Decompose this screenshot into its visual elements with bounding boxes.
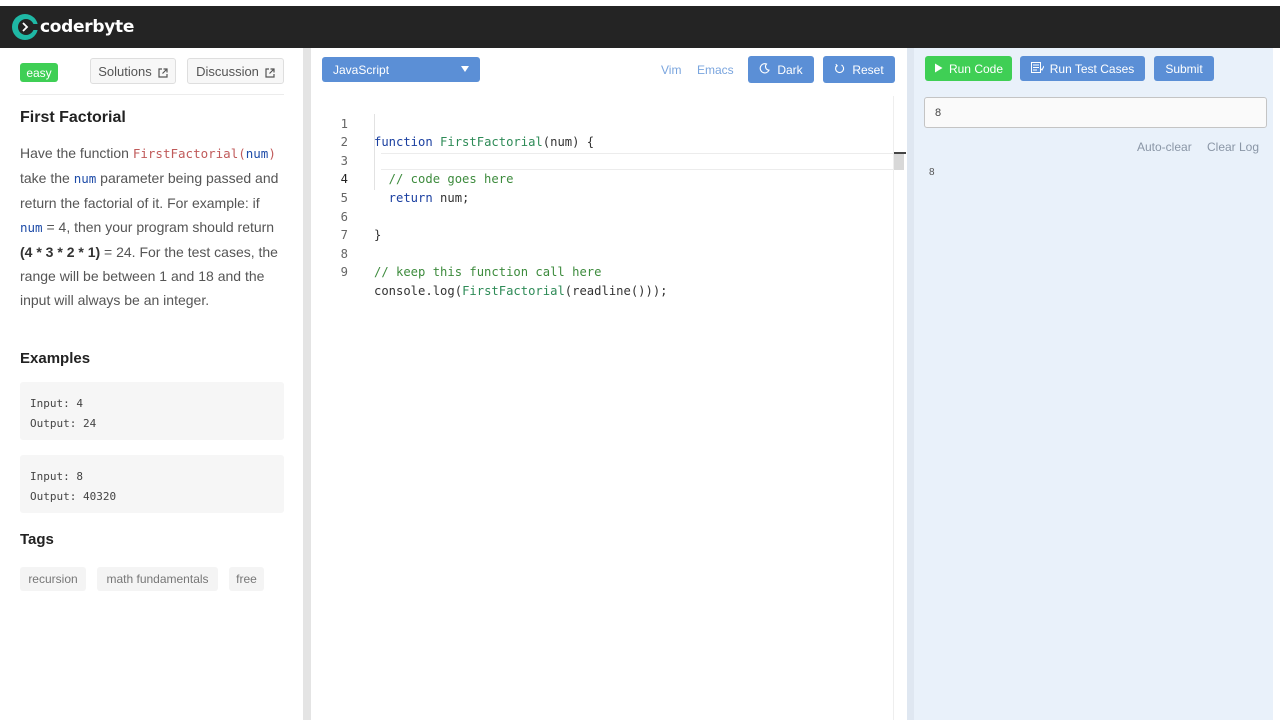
- code-line: 4 return num;: [320, 152, 892, 205]
- auto-clear-toggle[interactable]: Auto-clear: [1137, 140, 1192, 154]
- code-line: 6 }: [320, 189, 892, 243]
- run-code-button[interactable]: Run Code: [925, 56, 1012, 81]
- top-navbar: coderbyte: [0, 0, 1280, 48]
- submit-label: Submit: [1165, 61, 1203, 76]
- example-input: Input: 4: [30, 397, 83, 410]
- test-list-icon: [1030, 61, 1045, 76]
- line-number: 9: [340, 265, 348, 280]
- code-line: 5: [320, 170, 892, 205]
- submit-button[interactable]: Submit: [1154, 56, 1214, 81]
- external-link-icon: [265, 66, 275, 78]
- example-input: Input: 8: [30, 470, 83, 483]
- reset-label: Reset: [852, 62, 884, 77]
- tags-heading: Tags: [20, 531, 54, 548]
- custom-input-field[interactable]: 8: [924, 97, 1267, 128]
- desc-text: take the: [20, 170, 74, 186]
- tag-math-fundamentals[interactable]: math fundamentals: [97, 567, 218, 591]
- right-panel-resizer[interactable]: [907, 48, 914, 720]
- custom-input-value: 8: [935, 106, 942, 119]
- code-content: console.log(FirstFactorial(readline()));: [374, 282, 668, 301]
- reset-button[interactable]: Reset: [823, 56, 895, 83]
- log-output: 8: [929, 167, 935, 178]
- moon-icon: [759, 62, 771, 77]
- example-box: Input: 4 Output: 24: [20, 382, 284, 440]
- problem-title: First Factorial: [20, 109, 126, 126]
- caret-down-icon: [461, 66, 469, 72]
- page-scrollbar[interactable]: [1273, 48, 1280, 720]
- code-comment: // keep this function call here: [374, 265, 602, 280]
- desc-expression: (4 * 3 * 2 * 1): [20, 244, 101, 260]
- problem-description: Have the function FirstFactorial(num) ta…: [20, 141, 284, 312]
- desc-arg: num: [73, 171, 97, 186]
- clear-log-button[interactable]: Clear Log: [1207, 140, 1259, 154]
- left-panel-resizer[interactable]: [303, 48, 311, 720]
- run-code-label: Run Code: [948, 61, 1004, 76]
- desc-paren: ): [268, 146, 276, 161]
- examples-heading: Examples: [20, 350, 91, 367]
- external-link-icon: [158, 66, 168, 78]
- code-line: 1 function FirstFactorial(num) {: [320, 96, 892, 150]
- coderbyte-logo[interactable]: coderbyte: [11, 12, 134, 42]
- code-line: 8 // keep this function call here: [320, 226, 892, 280]
- desc-paren: (: [238, 146, 246, 161]
- tag-recursion[interactable]: recursion: [20, 567, 86, 591]
- code-line: 7: [320, 208, 892, 242]
- example-output: Output: 24: [30, 417, 97, 430]
- desc-arg: num: [245, 146, 269, 161]
- code-line: 9 console.log(FirstFactorial(readline())…: [320, 245, 892, 298]
- discussion-label: Discussion: [196, 63, 259, 79]
- solutions-button[interactable]: Solutions: [90, 58, 176, 84]
- editor-scrollbar-track: [893, 96, 894, 720]
- tag-free[interactable]: free: [229, 567, 264, 591]
- code-line: 2: [320, 115, 892, 149]
- example-box: Input: 8 Output: 40320: [20, 455, 284, 513]
- dark-label: Dark: [777, 62, 803, 77]
- run-test-cases-button[interactable]: Run Test Cases: [1020, 56, 1145, 81]
- difficulty-badge: easy: [20, 63, 58, 82]
- desc-function-name: FirstFactorial: [132, 146, 239, 161]
- code-area[interactable]: 1 function FirstFactorial(num) { 2 3 // …: [320, 96, 892, 298]
- discussion-button[interactable]: Discussion: [187, 58, 284, 84]
- editor-cursor-marker: [894, 152, 906, 154]
- divider: [20, 94, 284, 95]
- desc-text: Have the function: [20, 145, 133, 161]
- editor-scrollbar-thumb[interactable]: [894, 153, 904, 170]
- desc-arg: num: [20, 220, 43, 235]
- language-select-value: JavaScript: [333, 62, 390, 77]
- coderbyte-logo-icon: [11, 13, 40, 41]
- desc-text: = 4, then your program should return: [42, 219, 275, 235]
- code-line: 3 // code goes here: [320, 133, 892, 187]
- example-output: Output: 40320: [30, 490, 117, 503]
- logo-text: coderbyte: [40, 17, 135, 37]
- code-function: FirstFactorial: [462, 283, 565, 298]
- reset-icon: [834, 63, 845, 77]
- code-text: (readline()));: [564, 283, 668, 298]
- language-select[interactable]: JavaScript: [322, 57, 480, 82]
- dark-theme-button[interactable]: Dark: [748, 56, 814, 83]
- vim-mode-toggle[interactable]: Vim: [661, 63, 681, 77]
- solutions-label: Solutions: [98, 63, 152, 79]
- code-text: console.log(: [374, 283, 463, 298]
- emacs-mode-toggle[interactable]: Emacs: [697, 63, 734, 77]
- run-test-cases-label: Run Test Cases: [1049, 61, 1135, 76]
- play-icon: [934, 62, 943, 76]
